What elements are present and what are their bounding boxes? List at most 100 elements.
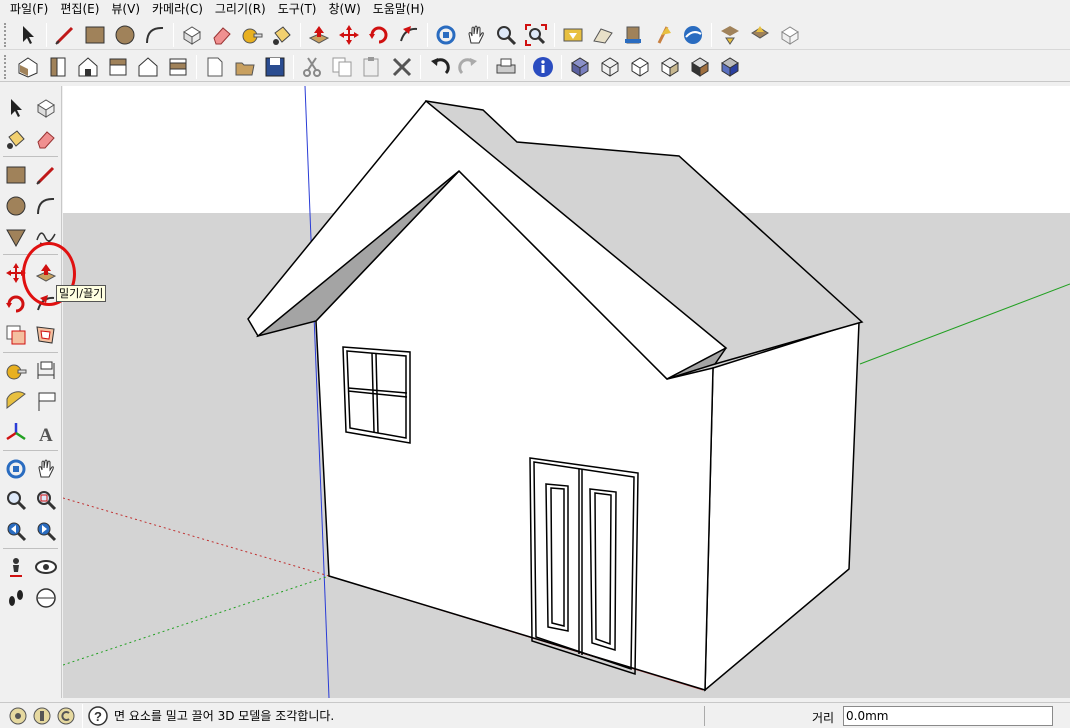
next-view-icon[interactable]	[31, 516, 61, 546]
shaded-texture-icon[interactable]	[685, 53, 715, 81]
toggle-terrain-icon[interactable]	[588, 21, 618, 49]
help-icon[interactable]: ?	[86, 704, 110, 728]
shaded-icon[interactable]	[655, 53, 685, 81]
tape-measure-icon[interactable]	[237, 21, 267, 49]
scale-icon[interactable]	[1, 320, 31, 350]
hidden-line-icon[interactable]	[625, 53, 655, 81]
right-view-icon[interactable]	[103, 53, 133, 81]
copy-icon[interactable]	[327, 53, 357, 81]
position-camera-icon[interactable]	[1, 552, 31, 582]
zoom-icon[interactable]	[491, 21, 521, 49]
polygon-icon[interactable]	[1, 222, 31, 252]
svg-text:A: A	[39, 425, 53, 445]
toolbar-separator	[561, 54, 562, 79]
push-pull-icon[interactable]	[304, 21, 334, 49]
menu-tools[interactable]: 도구(T)	[272, 0, 323, 19]
dimension-icon[interactable]	[31, 356, 61, 386]
palette-row	[0, 355, 61, 386]
axes-icon[interactable]	[1, 418, 31, 448]
circle-icon[interactable]	[1, 191, 31, 221]
move-icon[interactable]	[334, 21, 364, 49]
offset-icon[interactable]	[31, 320, 61, 350]
back-view-icon[interactable]	[133, 53, 163, 81]
copyright-icon[interactable]	[54, 704, 78, 728]
section-plane-icon[interactable]	[31, 583, 61, 613]
share-model-icon[interactable]	[648, 21, 678, 49]
print-icon[interactable]	[491, 53, 521, 81]
model-viewport[interactable]	[63, 86, 1070, 698]
get-models-icon[interactable]	[618, 21, 648, 49]
left-view-icon[interactable]	[163, 53, 193, 81]
toolbar-grip[interactable]	[4, 54, 10, 79]
menu-camera[interactable]: 카메라(C)	[146, 0, 209, 19]
eraser-icon[interactable]	[207, 21, 237, 49]
paste-icon[interactable]	[357, 53, 387, 81]
select-tool-icon[interactable]	[1, 93, 31, 123]
protractor-icon[interactable]	[1, 387, 31, 417]
iso-view-icon[interactable]	[13, 53, 43, 81]
text-label-icon[interactable]	[31, 387, 61, 417]
wireframe-icon[interactable]	[595, 53, 625, 81]
pencil-line-icon[interactable]	[31, 160, 61, 190]
top-view-icon[interactable]	[43, 53, 73, 81]
toolbar-separator	[427, 22, 428, 47]
menu-file[interactable]: 파일(F)	[4, 0, 54, 19]
undo-icon[interactable]	[424, 53, 454, 81]
credits-icon[interactable]	[30, 704, 54, 728]
measurements-input[interactable]: 0.0mm	[843, 706, 1053, 726]
component-icon[interactable]	[775, 21, 805, 49]
delete-icon[interactable]	[387, 53, 417, 81]
monochrome-icon[interactable]	[715, 53, 745, 81]
palette-row	[0, 92, 61, 123]
rotate-icon[interactable]	[364, 21, 394, 49]
menu-edit[interactable]: 편집(E)	[54, 0, 105, 19]
zoom-window-icon[interactable]	[31, 485, 61, 515]
pan-icon[interactable]	[461, 21, 491, 49]
make-component-icon[interactable]	[31, 93, 61, 123]
new-file-icon[interactable]	[200, 53, 230, 81]
eraser-icon[interactable]	[31, 124, 61, 154]
model-info-icon[interactable]	[528, 53, 558, 81]
xray-icon[interactable]	[565, 53, 595, 81]
front-view-icon[interactable]	[73, 53, 103, 81]
model-canvas[interactable]	[63, 86, 1070, 698]
palette-row	[0, 551, 61, 582]
tape-measure-icon[interactable]	[1, 356, 31, 386]
main-toolbar	[0, 20, 1070, 50]
orbit-icon[interactable]	[431, 21, 461, 49]
arc-icon[interactable]	[140, 21, 170, 49]
open-file-icon[interactable]	[230, 53, 260, 81]
look-around-icon[interactable]	[31, 552, 61, 582]
follow-me-icon[interactable]	[394, 21, 424, 49]
get-models-3d-icon[interactable]	[715, 21, 745, 49]
menu-draw[interactable]: 그리기(R)	[209, 0, 272, 19]
add-location-icon[interactable]	[558, 21, 588, 49]
menu-help[interactable]: 도움말(H)	[367, 0, 431, 19]
walk-icon[interactable]	[1, 583, 31, 613]
redo-icon[interactable]	[454, 53, 484, 81]
svg-text:?: ?	[94, 709, 102, 724]
menu-view[interactable]: 뷰(V)	[105, 0, 146, 19]
google-earth-icon[interactable]	[678, 21, 708, 49]
zoom-icon[interactable]	[1, 485, 31, 515]
paint-bucket-icon[interactable]	[267, 21, 297, 49]
share-component-icon[interactable]	[745, 21, 775, 49]
make-component-icon[interactable]	[177, 21, 207, 49]
toolbar-grip[interactable]	[4, 22, 10, 47]
menu-window[interactable]: 창(W)	[323, 0, 367, 19]
pan-icon[interactable]	[31, 454, 61, 484]
arc-icon[interactable]	[31, 191, 61, 221]
zoom-extents-icon[interactable]	[521, 21, 551, 49]
previous-view-icon[interactable]	[1, 516, 31, 546]
pencil-line-icon[interactable]	[50, 21, 80, 49]
orbit-icon[interactable]	[1, 454, 31, 484]
rectangle-icon[interactable]	[80, 21, 110, 49]
save-file-icon[interactable]	[260, 53, 290, 81]
cut-icon[interactable]	[297, 53, 327, 81]
select-tool-icon[interactable]	[13, 21, 43, 49]
3d-text-icon[interactable]: A	[31, 418, 61, 448]
paint-bucket-icon[interactable]	[1, 124, 31, 154]
rectangle-icon[interactable]	[1, 160, 31, 190]
circle-icon[interactable]	[110, 21, 140, 49]
geo-location-icon[interactable]	[6, 704, 30, 728]
